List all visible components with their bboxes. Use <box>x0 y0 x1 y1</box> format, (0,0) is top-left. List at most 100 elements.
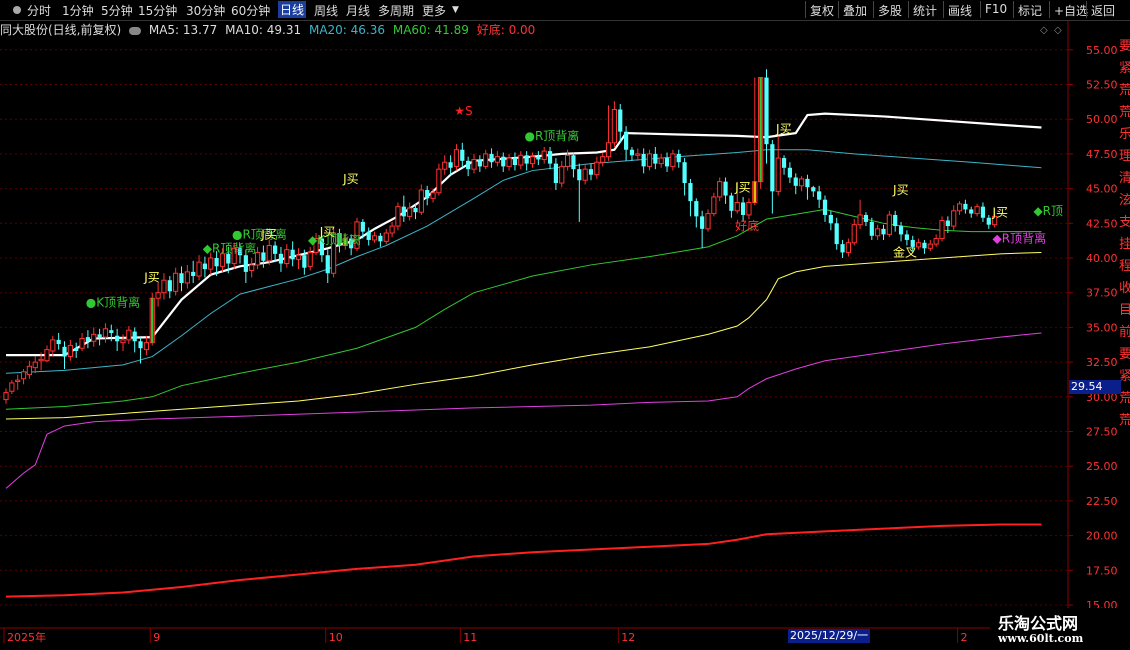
candle-body <box>295 254 302 260</box>
side-text-char: 紧 <box>1119 61 1130 76</box>
candle-body <box>155 292 161 299</box>
signal-annotation: ●R顶背离 <box>525 128 580 143</box>
side-text-char: 程 <box>1119 259 1130 274</box>
candle-body <box>214 258 219 267</box>
candle-body <box>863 214 869 222</box>
candle-body <box>811 187 816 192</box>
candle-body <box>26 365 32 376</box>
candle-body <box>302 255 307 268</box>
candle-body <box>664 158 670 167</box>
candle-body <box>378 235 383 242</box>
candle-body <box>875 228 881 237</box>
candle-body <box>413 208 418 213</box>
candle-body <box>290 249 295 260</box>
y-tick-label: 55.00 <box>1086 44 1118 57</box>
candle-body <box>453 149 460 167</box>
signal-annotation: J买 <box>734 180 751 194</box>
candlestick-chart[interactable]: ◇ ◇ 55.00 52.50 50.00 47.50 45.00 42.50 40.00 37.… <box>0 0 1130 650</box>
candle-body <box>442 161 448 170</box>
candle-body <box>963 203 968 210</box>
candle-body <box>91 333 97 342</box>
candle-body <box>3 392 9 401</box>
watermark-logo: 乐淘公式网 www.60lt.com <box>990 608 1130 650</box>
signal-annotation: J买 <box>319 225 336 239</box>
candle-body <box>641 153 646 167</box>
side-text-char: 荒 <box>1119 413 1130 428</box>
candle-body <box>781 158 787 168</box>
candle-body <box>524 155 529 164</box>
candle-body <box>904 234 909 240</box>
side-text-char: 目 <box>1119 303 1130 318</box>
candle-body <box>383 232 389 242</box>
candle-body <box>278 253 284 264</box>
candle-body <box>471 158 477 170</box>
candle-body <box>605 142 612 158</box>
candle-body <box>688 183 693 202</box>
candle-body <box>559 165 565 184</box>
candle-body <box>600 156 606 163</box>
candle-body <box>857 214 863 226</box>
signal-annotation: 好底 <box>735 218 759 233</box>
candle-body <box>529 156 536 165</box>
candle-body <box>956 203 963 212</box>
candle-body <box>805 178 810 188</box>
side-text-char: 要 <box>1119 39 1130 54</box>
candle-body <box>67 344 73 358</box>
series-line-ma10 <box>6 112 1042 357</box>
logo-title: 乐淘公式网 <box>998 614 1079 633</box>
candle-body <box>770 144 775 192</box>
series-line-line4 <box>5 251 1042 420</box>
x-tick-label: 2025年 <box>7 630 46 644</box>
candle-body <box>893 214 898 227</box>
candle-body <box>711 196 717 215</box>
candle-body <box>817 191 822 200</box>
side-text-char: 荒 <box>1119 83 1130 98</box>
candle-body <box>9 382 15 392</box>
candle-body <box>389 225 395 234</box>
candle-body <box>273 245 278 254</box>
candle-body <box>869 221 874 236</box>
candle-body <box>845 242 851 253</box>
candle-body <box>881 228 886 235</box>
candle-body <box>611 108 617 144</box>
signal-annotation: ★S <box>454 104 472 118</box>
candle-body <box>828 214 833 224</box>
signal-annotation: ●K顶背离 <box>86 295 140 310</box>
candle-body <box>460 149 465 161</box>
candle-body <box>775 157 781 192</box>
candle-body <box>79 338 85 349</box>
candle-body <box>325 255 330 274</box>
y-tick-label: 27.50 <box>1086 426 1118 439</box>
candle-body <box>729 195 734 211</box>
side-text-char: 泫 <box>1119 193 1130 208</box>
y-tick-label: 47.50 <box>1086 148 1118 161</box>
signal-annotation: J买 <box>775 122 792 136</box>
y-tick-label: 42.50 <box>1086 217 1118 230</box>
y-tick-label: 45.00 <box>1086 183 1118 196</box>
candle-body <box>284 249 290 265</box>
candle-body <box>618 109 623 132</box>
candle-body <box>676 153 681 163</box>
series-line-ma20 <box>5 149 1042 374</box>
candle-body <box>430 192 436 199</box>
candle-body <box>173 272 179 292</box>
candle-body <box>483 153 489 167</box>
candle-body <box>670 153 676 167</box>
candle-body <box>834 223 839 245</box>
candle-body <box>407 207 413 217</box>
candle-body <box>974 206 980 215</box>
candle-body <box>764 77 769 145</box>
candle-body <box>646 153 653 167</box>
x-tick-label: 9 <box>153 631 160 644</box>
x-tick-label: 10 <box>329 631 343 644</box>
y-tick-label: 22.50 <box>1086 495 1118 508</box>
signal-annotation: J买 <box>143 271 160 285</box>
candle-body <box>980 206 986 218</box>
candle-body <box>682 162 687 184</box>
candle-body <box>939 220 945 240</box>
x-tick-label: 11 <box>463 631 477 644</box>
candle-body <box>184 271 190 284</box>
y-tick-label: 25.00 <box>1086 460 1118 473</box>
side-text-char: 前 <box>1119 324 1130 340</box>
candle-body <box>494 156 500 163</box>
